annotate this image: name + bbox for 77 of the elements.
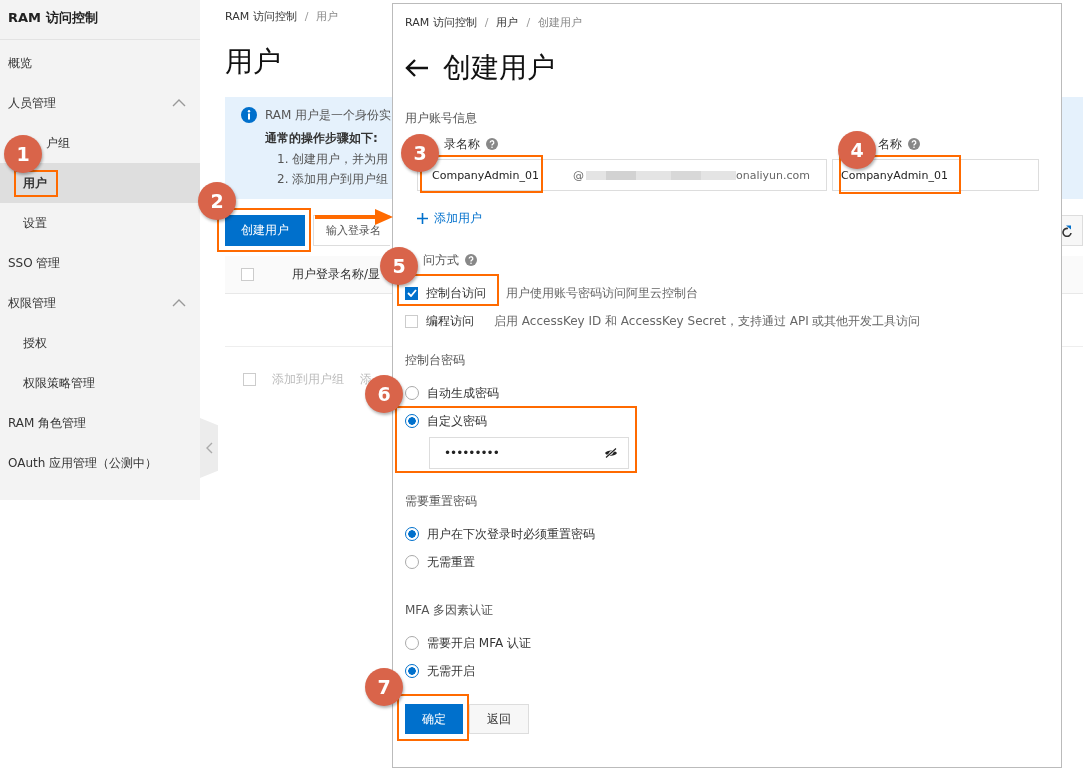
help-icon <box>908 138 920 150</box>
help-icon <box>486 138 498 150</box>
option-label: 编程访问 <box>426 312 474 330</box>
step-badge: 7 <box>365 668 403 706</box>
chevron-up-icon <box>172 99 186 107</box>
password-field[interactable]: ••••••••• <box>429 437 629 469</box>
back-arrow-icon <box>405 58 429 78</box>
option-label: 控制台访问 <box>426 284 486 302</box>
info-text: RAM 用户是一个身份实 <box>265 106 392 124</box>
option-label: 需要开启 MFA 认证 <box>427 634 531 652</box>
sidebar-group[interactable]: 权限管理 <box>0 283 200 323</box>
radio-button[interactable] <box>405 527 419 541</box>
section-label: 控制台密码 <box>405 352 466 369</box>
option-label: 自动生成密码 <box>427 384 499 402</box>
section-label: 需要重置密码 <box>405 493 478 510</box>
step-text: 1. 创建用户，并为用 <box>276 151 389 168</box>
chevron-up-icon <box>172 299 186 307</box>
checkbox[interactable] <box>405 286 418 300</box>
breadcrumb-separator: / <box>526 15 531 31</box>
sidebar-group[interactable]: 人员管理 <box>0 83 200 123</box>
sidebar-item[interactable]: 授权 <box>23 334 47 352</box>
breadcrumb-item: 创建用户 <box>538 15 583 31</box>
section-label: 问方式 <box>423 252 459 269</box>
domain-at: @ <box>573 168 584 182</box>
add-user-link[interactable]: 添加用户 <box>405 208 482 228</box>
collapse-handle[interactable] <box>200 418 218 478</box>
sidebar-item[interactable]: SSO 管理 <box>0 243 200 283</box>
sidebar-title: RAM 访问控制 <box>0 0 200 40</box>
radio-button[interactable] <box>405 664 419 678</box>
field-label: 录名称 <box>444 135 480 153</box>
info-heading: 通常的操作步骤如下: <box>264 130 378 147</box>
field-label: 名称 <box>878 135 902 153</box>
step-badge: 2 <box>198 182 236 220</box>
option-label: 用户在下次登录时必须重置密码 <box>427 525 595 543</box>
breadcrumb-separator: / <box>304 9 309 25</box>
login-name-field[interactable]: CompanyAdmin_01 @ onaliyun.com <box>417 159 827 191</box>
info-icon <box>241 107 257 123</box>
option-hint: 启用 AccessKey ID 和 AccessKey Secret，支持通过 API 或其他开发工具访问 <box>494 312 921 330</box>
eye-off-icon <box>604 448 618 458</box>
option-hint: 用户使用账号密码访问阿里云控制台 <box>506 284 698 302</box>
panel-title: 创建用户 <box>443 50 555 86</box>
option-label: 自定义密码 <box>427 412 487 430</box>
sidebar-item[interactable]: OAuth 应用管理（公测中） <box>0 443 200 483</box>
page-title: 用户 <box>225 44 281 80</box>
sidebar-item[interactable]: 用户 <box>0 163 200 203</box>
help-icon <box>465 254 477 266</box>
sidebar-item[interactable]: 权限策略管理 <box>23 374 95 392</box>
sidebar-item[interactable]: 户组 <box>46 134 70 152</box>
breadcrumb-item[interactable]: 用户 <box>496 13 519 33</box>
back-button[interactable]: 返回 <box>469 704 529 734</box>
radio-button[interactable] <box>405 386 419 400</box>
option-label: 无需开启 <box>427 662 475 680</box>
check-icon <box>406 289 417 297</box>
chevron-left-icon <box>205 442 213 454</box>
refresh-icon <box>1062 224 1072 237</box>
refresh-button[interactable] <box>1062 215 1083 246</box>
breadcrumb-item: 用户 <box>316 9 339 25</box>
section-label: 用户账号信息 <box>405 110 478 127</box>
column-header: 用户登录名称/显 <box>292 266 381 283</box>
option-label: 无需重置 <box>427 553 475 571</box>
highlight-frame <box>397 694 469 741</box>
radio-button[interactable] <box>405 414 419 428</box>
domain-suffix: onaliyun.com <box>736 168 810 182</box>
sidebar-item[interactable]: RAM 角色管理 <box>0 403 200 443</box>
sidebar-item[interactable]: 设置 <box>23 214 47 232</box>
sidebar-item[interactable]: 概览 <box>0 43 200 83</box>
create-user-button[interactable]: 创建用户 <box>225 215 305 246</box>
plus-icon <box>417 212 428 224</box>
display-name-field[interactable]: CompanyAdmin_01 <box>832 159 1039 191</box>
radio-button[interactable] <box>405 555 419 569</box>
confirm-button[interactable]: 确定 <box>405 704 463 734</box>
breadcrumb-item[interactable]: RAM 访问控制 <box>225 7 297 27</box>
breadcrumb-item[interactable]: RAM 访问控制 <box>405 13 477 33</box>
step-text: 2. 添加用户到用户组 <box>276 171 389 188</box>
breadcrumb-separator: / <box>484 15 489 31</box>
section-label: MFA 多因素认证 <box>405 602 495 619</box>
radio-button[interactable] <box>405 636 419 650</box>
